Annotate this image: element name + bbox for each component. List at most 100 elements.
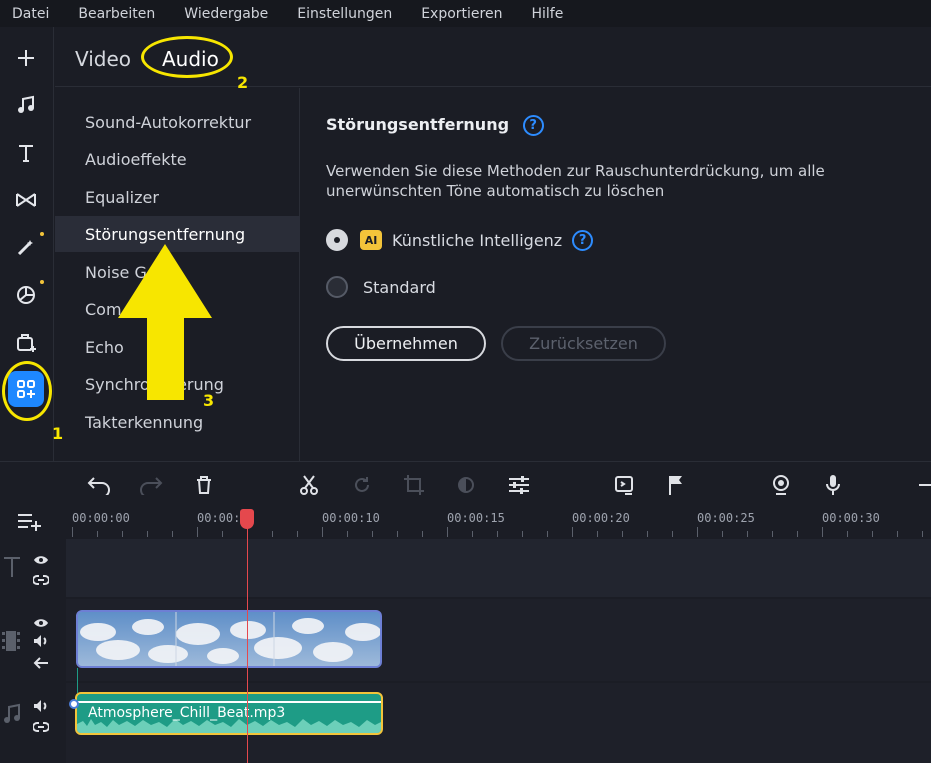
list-item[interactable]: Takterkennung [55, 404, 300, 440]
video-track-header [0, 599, 66, 681]
menu-exportieren[interactable]: Exportieren [421, 6, 502, 22]
trash-icon[interactable] [191, 472, 217, 498]
flag-icon[interactable] [663, 472, 689, 498]
rotate-icon[interactable] [349, 472, 375, 498]
clip-link-line [77, 668, 78, 693]
menu-hilfe[interactable]: Hilfe [531, 6, 563, 22]
webcam-icon[interactable] [768, 472, 794, 498]
ruler-tick [897, 531, 898, 537]
list-item[interactable]: Equalizer [55, 179, 300, 215]
magic-wand-icon[interactable] [8, 229, 44, 265]
video-clip[interactable] [76, 610, 382, 668]
option-standard[interactable]: Standard [326, 276, 436, 298]
list-item[interactable]: Audioeffekte [55, 141, 300, 177]
eye-icon[interactable] [33, 551, 49, 570]
annotation-ellipse-audio-tab [141, 36, 233, 78]
microphone-icon[interactable] [820, 472, 846, 498]
ruler-tick [522, 531, 523, 537]
ruler-tick [772, 531, 773, 537]
ruler-tick [597, 531, 598, 537]
tab-video[interactable]: Video [75, 47, 131, 71]
audio-track-header [0, 683, 66, 763]
link-icon[interactable] [32, 571, 50, 590]
panel-title-text: Störungsentfernung [326, 115, 510, 134]
playhead-line [247, 513, 248, 763]
filters-icon[interactable] [8, 277, 44, 313]
stickers-icon[interactable] [8, 324, 44, 360]
new-indicator-dot [40, 232, 44, 236]
ruler-tick [197, 527, 198, 537]
speaker-icon[interactable] [33, 633, 49, 652]
ruler-tick [822, 527, 823, 537]
undo-icon[interactable] [86, 472, 112, 498]
menu-datei[interactable]: Datei [12, 6, 49, 22]
scissors-icon[interactable] [296, 472, 322, 498]
ruler-tick [222, 531, 223, 537]
music-track-icon [2, 703, 22, 729]
music-icon[interactable] [8, 87, 44, 123]
ruler-tick [272, 531, 273, 537]
transitions-icon[interactable] [8, 182, 44, 218]
ruler-tick [722, 531, 723, 537]
sky-clouds-thumbnail [78, 612, 380, 666]
annotation-ellipse-tools [2, 361, 52, 421]
ruler-label: 00:00: [197, 511, 241, 525]
text-track-icon [3, 556, 21, 582]
help-icon[interactable]: ? [522, 115, 544, 136]
list-item[interactable]: Sound-Autokorrektur [55, 104, 300, 140]
arrow-left-icon[interactable] [33, 654, 49, 673]
eye-icon[interactable] [33, 614, 49, 633]
settings-sliders-icon[interactable] [506, 472, 532, 498]
color-adjust-icon[interactable] [453, 472, 479, 498]
menu-wiedergabe[interactable]: Wiedergabe [184, 6, 268, 22]
ruler-tick [72, 527, 73, 537]
ruler-label: 00:00:20 [572, 511, 630, 525]
link-icon[interactable] [32, 718, 50, 737]
ruler-tick [697, 527, 698, 537]
ruler-tick [922, 531, 923, 537]
ruler-tick [672, 531, 673, 537]
option-ai[interactable]: AI Künstliche Intelligenz ? [326, 229, 594, 251]
title-track-header [0, 539, 66, 597]
ruler-tick [397, 531, 398, 537]
title-track [66, 539, 931, 597]
ruler-tick [497, 531, 498, 537]
ruler-label: 00:00:15 [447, 511, 505, 525]
timeline-ruler[interactable]: 00:00:00 00:00: 00:00:10 00:00:15 00:00:… [66, 507, 931, 539]
text-icon[interactable] [8, 135, 44, 171]
ruler-label: 00:00:10 [322, 511, 380, 525]
ruler-tick [172, 531, 173, 537]
radio-ai[interactable] [326, 229, 348, 251]
option-standard-label: Standard [363, 277, 436, 297]
new-indicator-dot [40, 280, 44, 284]
redo-icon[interactable] [138, 472, 164, 498]
crop-icon[interactable] [401, 472, 427, 498]
help-icon[interactable]: ? [572, 229, 594, 251]
ai-badge: AI [360, 230, 382, 250]
playhead-handle[interactable] [240, 509, 254, 529]
volume-line[interactable] [77, 701, 381, 703]
ruler-tick [122, 531, 123, 537]
ruler-tick [647, 531, 648, 537]
clip-properties-icon[interactable] [611, 472, 637, 498]
audio-clip[interactable]: Atmosphere_Chill_Beat.mp3 [75, 692, 383, 735]
menu-bearbeiten[interactable]: Bearbeiten [78, 6, 155, 22]
volume-keyframe-handle[interactable] [69, 699, 79, 709]
speaker-icon[interactable] [33, 698, 49, 717]
radio-standard[interactable] [326, 276, 348, 298]
annotation-number: 1 [52, 424, 64, 443]
option-ai-label: Künstliche Intelligenz [392, 230, 563, 250]
menu-einstellungen[interactable]: Einstellungen [297, 6, 392, 22]
add-media-icon[interactable] [8, 40, 44, 76]
zoom-out-icon[interactable] [913, 472, 931, 498]
annotation-arrow-up [118, 244, 212, 400]
ruler-tick [147, 531, 148, 537]
add-track-icon[interactable] [17, 511, 43, 535]
ruler-tick [372, 531, 373, 537]
apply-button[interactable]: Übernehmen [326, 326, 486, 361]
ruler-tick [847, 531, 848, 537]
reset-button[interactable]: Zurücksetzen [501, 326, 666, 361]
ruler-label: 00:00:25 [697, 511, 755, 525]
film-track-icon [2, 629, 20, 657]
ruler-tick [422, 531, 423, 537]
